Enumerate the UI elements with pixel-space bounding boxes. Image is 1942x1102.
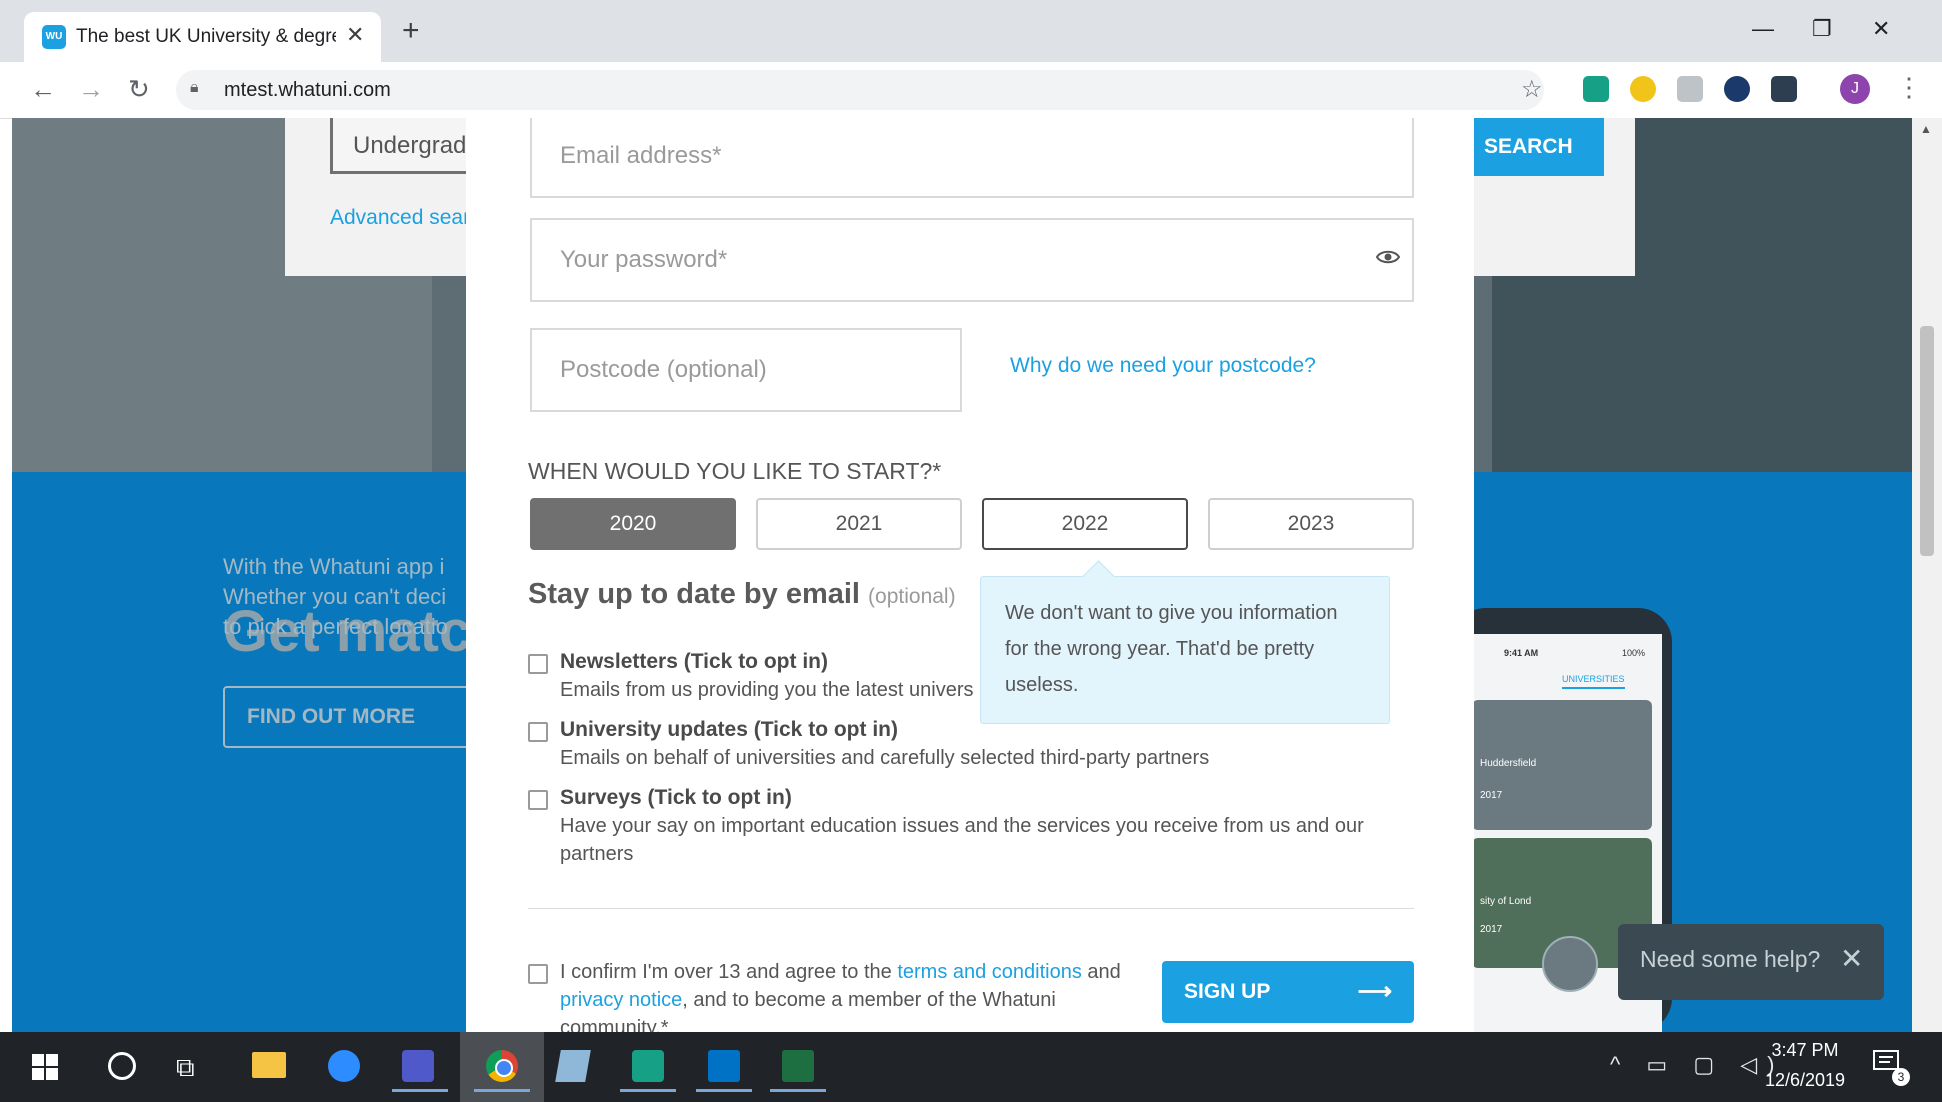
- spiral-app-icon[interactable]: [614, 1042, 682, 1092]
- start-year-label: WHEN WOULD YOU LIKE TO START?*: [528, 458, 942, 484]
- restore-icon[interactable]: ❐: [1812, 16, 1832, 42]
- browser-tab[interactable]: WU The best UK University & degree ✕: [24, 12, 381, 62]
- system-tray-icons[interactable]: ^ ▭ ▢ ◁): [1610, 1052, 1784, 1078]
- browser-tab-strip: WU The best UK University & degree ✕ + —…: [0, 0, 1942, 62]
- windows-taskbar: ⧉ ^ ▭ ▢ ◁) 3:47 PM 12/6/2019 3: [0, 1032, 1942, 1102]
- privacy-link[interactable]: privacy notice: [560, 989, 682, 1011]
- back-icon[interactable]: ←: [30, 74, 56, 105]
- extension-ip-icon[interactable]: [1724, 76, 1750, 102]
- teams-icon[interactable]: [386, 1042, 454, 1092]
- search-button[interactable]: SEARCH: [1474, 118, 1604, 176]
- phone-tab-universities: UNIVERSITIES: [1562, 674, 1625, 689]
- windows-start-icon[interactable]: [32, 1054, 58, 1080]
- year-button-2022[interactable]: 2022: [982, 498, 1188, 550]
- arrow-right-icon: ⟶: [1357, 978, 1392, 1005]
- year-button-2021[interactable]: 2021: [756, 498, 962, 550]
- minimize-icon[interactable]: —: [1752, 16, 1774, 42]
- terms-link[interactable]: terms and conditions: [897, 961, 1082, 983]
- why-postcode-link[interactable]: Why do we need your postcode?: [1010, 354, 1316, 378]
- newsletters-description: Emails from us providing you the latest …: [560, 679, 974, 701]
- email-preferences-heading: Stay up to date by email (optional): [528, 578, 956, 611]
- whatuni-favicon-icon: WU: [42, 25, 66, 49]
- postcode-field[interactable]: Postcode (optional): [530, 328, 962, 412]
- year-button-2023[interactable]: 2023: [1208, 498, 1414, 550]
- university-updates-checkbox[interactable]: [528, 722, 548, 742]
- chrome-menu-icon[interactable]: ⋮: [1896, 72, 1922, 103]
- phone-battery: 100%: [1622, 648, 1646, 658]
- sign-up-button[interactable]: SIGN UP ⟶: [1162, 961, 1414, 1023]
- address-bar[interactable]: 🔒︎ mtest.whatuni.com ☆: [176, 70, 1544, 110]
- profile-avatar[interactable]: J: [1840, 74, 1870, 104]
- newsletters-checkbox[interactable]: [528, 654, 548, 674]
- zoom-icon[interactable]: [310, 1042, 378, 1092]
- help-widget-text: Need some help?: [1640, 946, 1821, 972]
- lock-icon[interactable]: 🔒︎: [190, 79, 199, 97]
- year-button-2020[interactable]: 2020: [530, 498, 736, 550]
- clock-time[interactable]: 3:47 PM: [1762, 1040, 1848, 1061]
- close-tab-icon[interactable]: ✕: [346, 22, 364, 48]
- divider: [528, 908, 1414, 909]
- extension-folder-icon[interactable]: [1771, 76, 1797, 102]
- cortana-search-icon[interactable]: [108, 1052, 136, 1080]
- extension-tool-icon[interactable]: [1630, 76, 1656, 102]
- phone-time: 9:41 AM: [1504, 648, 1539, 658]
- clock-date[interactable]: 12/6/2019: [1762, 1070, 1848, 1091]
- phone-university-card: Huddersfield 2017: [1472, 700, 1652, 830]
- extension-spiral-icon[interactable]: [1583, 76, 1609, 102]
- university-updates-title: University updates (Tick to opt in): [560, 718, 898, 741]
- app-promo-text-line: With the Whatuni app i: [223, 554, 445, 579]
- tooltip-tail: [1082, 560, 1115, 593]
- phone-card-label: Huddersfield: [1480, 758, 1537, 769]
- confirm-terms-checkbox[interactable]: [528, 964, 548, 984]
- close-window-icon[interactable]: ✕: [1872, 16, 1890, 42]
- scrollbar-thumb[interactable]: [1920, 326, 1934, 556]
- password-placeholder: Your password*: [560, 246, 728, 273]
- password-field[interactable]: Your password*: [530, 218, 1414, 302]
- excel-icon[interactable]: [764, 1042, 832, 1092]
- close-help-icon[interactable]: ✕: [1840, 942, 1863, 975]
- email-field[interactable]: Email address*: [530, 118, 1414, 198]
- bookmark-star-icon[interactable]: ☆: [1521, 75, 1543, 104]
- page-scrollbar[interactable]: ▲: [1912, 118, 1942, 1032]
- phone-card-year: 2017: [1480, 924, 1503, 935]
- tab-title: The best UK University & degree: [76, 26, 336, 47]
- year-tooltip: We don't want to give you information fo…: [980, 560, 1390, 724]
- email-preferences-title: Stay up to date by email: [528, 578, 860, 610]
- app-promo-text-line: to pick a perfect locatio: [223, 614, 449, 639]
- reload-icon[interactable]: ↻: [128, 74, 150, 105]
- university-updates-description: Emails on behalf of universities and car…: [560, 747, 1210, 769]
- confirm-text-part1: I confirm I'm over 13 and agree to the: [560, 961, 898, 983]
- phone-card-year: 2017: [1480, 790, 1503, 801]
- scroll-up-arrow-icon[interactable]: ▲: [1920, 122, 1932, 136]
- optional-label: (optional): [868, 585, 956, 608]
- notepad-app-icon[interactable]: [540, 1042, 608, 1092]
- file-explorer-icon[interactable]: [236, 1042, 304, 1092]
- forward-icon[interactable]: →: [78, 74, 104, 105]
- chrome-icon[interactable]: [468, 1042, 536, 1092]
- surveys-checkbox[interactable]: [528, 790, 548, 810]
- tooltip-text: We don't want to give you information fo…: [1005, 602, 1338, 696]
- outlook-icon[interactable]: [690, 1042, 758, 1092]
- show-password-eye-icon[interactable]: [1376, 250, 1400, 264]
- registration-modal: Email address* Your password* Postcode (…: [466, 118, 1474, 1032]
- advanced-search-link[interactable]: Advanced sear: [330, 206, 470, 230]
- new-tab-icon[interactable]: +: [402, 16, 420, 46]
- chatbot-avatar[interactable]: [1542, 936, 1598, 992]
- newsletters-title: Newsletters (Tick to opt in): [560, 650, 828, 673]
- surveys-description: Have your say on important education iss…: [560, 815, 1364, 865]
- sign-up-label: SIGN UP: [1184, 980, 1271, 1003]
- extension-tag-icon[interactable]: [1677, 76, 1703, 102]
- confirm-terms-text: I confirm I'm over 13 and agree to the t…: [560, 958, 1130, 1032]
- help-widget[interactable]: Need some help? ✕: [1618, 924, 1884, 1000]
- phone-card-label: sity of Lond: [1480, 896, 1532, 907]
- app-promo-text-line: Whether you can't deci: [223, 584, 447, 609]
- browser-toolbar: ← → ↻ 🔒︎ mtest.whatuni.com ☆ J ⋮: [0, 62, 1942, 119]
- notification-count-badge: 3: [1892, 1068, 1910, 1086]
- surveys-title: Surveys (Tick to opt in): [560, 786, 792, 809]
- url-text: mtest.whatuni.com: [224, 79, 391, 101]
- task-view-icon[interactable]: ⧉: [176, 1052, 195, 1084]
- confirm-text-part2: and: [1081, 961, 1121, 983]
